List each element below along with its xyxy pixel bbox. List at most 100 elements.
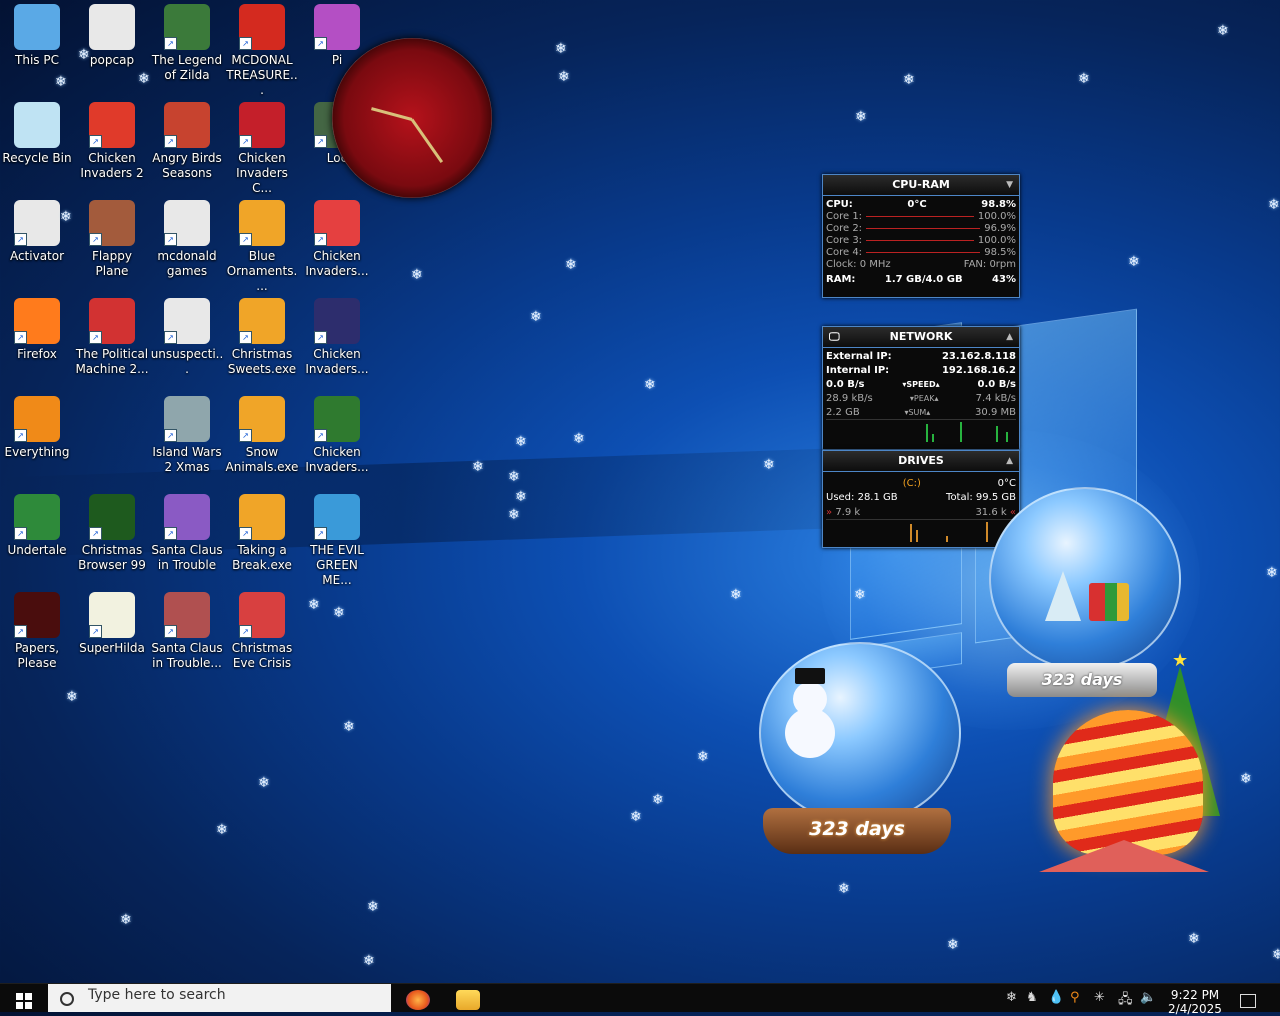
game-icon: ↗ — [89, 298, 135, 344]
desktop-icon-label: mcdonald games — [157, 249, 217, 278]
cpu-row: CPU: 0°C 98.8% — [823, 199, 1019, 211]
taskbar: Type here to search ❄ ♞ 💧 ⚲ ✳ 🖧 🔈 9:22 P… — [0, 983, 1280, 1016]
snowflake-icon: ❄ — [258, 775, 270, 791]
snow-globe-widget-left[interactable]: 323 days — [755, 642, 965, 862]
cpu-ram-widget[interactable]: CPU-RAM ▼ CPU: 0°C 98.8% Core 1: 100.0% Cor… — [822, 174, 1020, 298]
desktop-icon[interactable]: ↗ Undertale — [0, 490, 74, 558]
notification-center-icon[interactable] — [1240, 994, 1256, 1008]
core-label: Core 3: — [826, 235, 863, 246]
tray-everything-icon[interactable]: ⚲ — [1070, 990, 1080, 1005]
snowflake-icon: ❄ — [573, 431, 585, 447]
desktop-icon[interactable]: ↗ Santa Claus in Trouble — [150, 490, 224, 573]
desktop-icon[interactable]: This PC — [0, 0, 74, 68]
desktop-icon[interactable]: ↗ Flappy Plane — [75, 196, 149, 279]
desktop-icon[interactable]: ↗ Angry Birds Seasons — [150, 98, 224, 181]
desktop-icon[interactable]: ↗ Christmas Eve Crisis — [225, 588, 299, 671]
speed-row: 0.0 B/s ▾SPEED▴ 0.0 B/s — [823, 379, 1019, 391]
shortcut-arrow-icon: ↗ — [89, 527, 102, 540]
popcap-icon: ↗ — [239, 298, 285, 344]
core-row: Core 1: 100.0% — [823, 211, 1019, 223]
desktop-icon[interactable]: ↗ Everything — [0, 392, 74, 460]
cpu-temp: 0°C — [907, 199, 927, 210]
internal-ip-value: 192.168.16.2 — [941, 365, 1016, 376]
snowflake-icon: ❄ — [120, 912, 132, 928]
desktop-icon[interactable]: ↗ Christmas Sweets.exe — [225, 294, 299, 377]
shortcut-arrow-icon: ↗ — [164, 331, 177, 344]
chevron-up-icon[interactable]: ▲ — [1006, 451, 1013, 471]
desktop-icon[interactable]: ↗ The Legend of Zilda — [150, 0, 224, 83]
spiral-tree-widget[interactable] — [1035, 700, 1215, 875]
desktop-icon[interactable]: Recycle Bin — [0, 98, 74, 166]
tray-app-icon[interactable]: ♞ — [1026, 990, 1038, 1005]
desktop-icon[interactable]: ↗ mcdonald games — [150, 196, 224, 279]
desktop-icon[interactable]: ↗ Firefox — [0, 294, 74, 362]
days-counter-left: 323 days — [809, 818, 905, 840]
desktop-icon[interactable]: ↗ Activator — [0, 196, 74, 264]
desktop-icon[interactable]: ↗ Blue Ornaments.... — [225, 196, 299, 294]
snowflake-icon: ❄ — [55, 74, 67, 90]
internal-ip-row: Internal IP: 192.168.16.2 — [823, 365, 1019, 377]
santa-icon: ↗ — [164, 592, 210, 638]
desktop-icon[interactable]: ↗ The Political Machine 2... — [75, 294, 149, 377]
desktop-icon[interactable]: ↗ Taking a Break.exe — [225, 490, 299, 573]
desktop-icon[interactable]: ↗ unsuspecti... — [150, 294, 224, 377]
sum-label: ▾SUM▴ — [904, 408, 931, 417]
shortcut-arrow-icon: ↗ — [239, 625, 252, 638]
network-graph — [826, 419, 1016, 442]
clock-time: 9:22 PM — [1170, 988, 1220, 1002]
desktop-icon[interactable]: ↗ Chicken Invaders 2 — [75, 98, 149, 181]
desktop-icon[interactable]: ↗ Chicken Invaders... — [300, 392, 374, 475]
desktop-icon-label: MCDONAL TREASURE... — [226, 53, 298, 97]
desktop-icon-label: Taking a Break.exe — [232, 543, 292, 572]
snowflake-icon: ❄ — [1266, 565, 1278, 581]
snowflake-icon: ❄ — [308, 597, 320, 613]
snowflake-icon: ❄ — [730, 587, 742, 603]
external-ip-label: External IP: — [826, 351, 892, 362]
chevron-up-icon[interactable]: ▲ — [1006, 327, 1013, 347]
tray-droplet-icon[interactable]: 💧 — [1048, 990, 1064, 1005]
windows-logo-icon — [16, 993, 32, 1009]
desktop-icon-label: Snow Animals.exe — [225, 445, 299, 474]
chicken-icon: ↗ — [314, 396, 360, 442]
monitor-icon: 🖵 — [829, 330, 840, 343]
shortcut-arrow-icon: ↗ — [89, 135, 102, 148]
desktop-icon[interactable]: ↗ Santa Claus in Trouble... — [150, 588, 224, 671]
ram-row: RAM: 1.7 GB/4.0 GB 43% — [823, 274, 1019, 286]
desktop-icon-label: Santa Claus in Trouble — [151, 543, 223, 572]
tray-volume-icon[interactable]: 🔈 — [1140, 990, 1156, 1005]
desktop-icon[interactable]: ↗ Chicken Invaders C... — [225, 98, 299, 196]
tray-network-icon[interactable]: 🖧 — [1118, 990, 1133, 1012]
this-pc-icon — [14, 4, 60, 50]
taskbar-file-explorer-icon[interactable] — [456, 990, 480, 1010]
tray-snowflake-icon[interactable]: ✳ — [1094, 990, 1105, 1005]
snowflake-icon: ❄ — [1240, 771, 1252, 787]
snowflake-icon: ❄ — [60, 209, 72, 225]
desktop-icon-label: The Legend of Zilda — [151, 53, 223, 82]
desktop-icon[interactable]: ↗ Christmas Browser 99 — [75, 490, 149, 573]
tree-base-icon — [1039, 840, 1209, 872]
taskbar-firefox-icon[interactable] — [406, 990, 430, 1010]
network-widget[interactable]: 🖵 NETWORK ▲ External IP: 23.162.8.118 Inte… — [822, 326, 1020, 450]
taskbar-search-box[interactable]: Type here to search — [48, 984, 391, 1012]
shortcut-arrow-icon: ↗ — [14, 625, 27, 638]
desktop-icon[interactable]: ↗ SuperHilda — [75, 588, 149, 656]
desktop-icon[interactable]: ↗ Papers, Please — [0, 588, 74, 671]
start-button[interactable] — [0, 984, 46, 1012]
chevron-down-icon[interactable]: ▼ — [1006, 175, 1013, 195]
desktop-icon-label: Undertale — [7, 543, 67, 557]
desktop-icon[interactable]: ↗ Chicken Invaders... — [300, 294, 374, 377]
chicken-icon: ↗ — [314, 298, 360, 344]
desktop-icon[interactable]: ↗ MCDONAL TREASURE... — [225, 0, 299, 98]
shortcut-arrow-icon: ↗ — [314, 527, 327, 540]
shortcut-arrow-icon: ↗ — [164, 233, 177, 246]
drive-used: Used: 28.1 GB — [826, 492, 898, 503]
snowflake-icon: ❄ — [854, 587, 866, 603]
desktop-icon[interactable]: ↗ THE EVIL GREEN ME... — [300, 490, 374, 588]
desktop-icon[interactable]: ↗ Snow Animals.exe — [225, 392, 299, 475]
network-title: 🖵 NETWORK ▲ — [823, 327, 1019, 348]
desktop-icon[interactable]: ↗ Island Wars 2 Xmas — [150, 392, 224, 475]
snowman-head-icon — [793, 682, 827, 716]
taskbar-clock[interactable]: 9:22 PM 2/4/2025 — [1162, 988, 1228, 1016]
tray-overflow-icon[interactable]: ❄ — [1006, 990, 1017, 1005]
christmas-clock-widget[interactable] — [312, 18, 512, 218]
